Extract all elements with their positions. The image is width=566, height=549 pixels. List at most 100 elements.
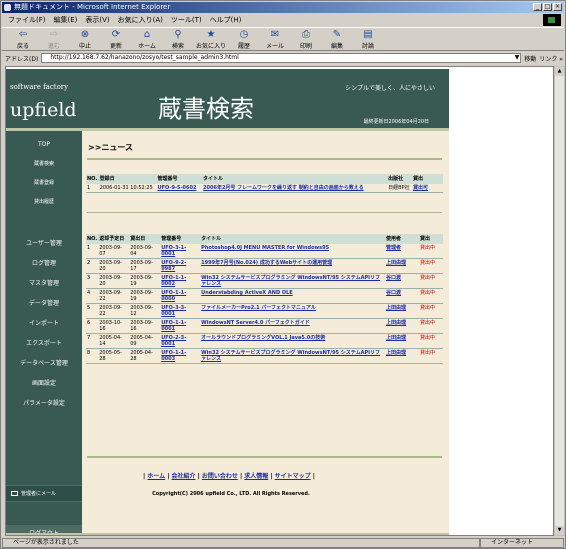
close-button[interactable]: ×	[553, 3, 562, 11]
scroll-up-icon[interactable]: ▲	[555, 67, 564, 76]
brand-logo: upfield	[10, 99, 77, 121]
table-link[interactable]: ファイルメーカーPro2.1 パーフェクトマニュアル	[200, 303, 386, 319]
table-cell: 2003-09-04	[129, 243, 161, 259]
menu-item[interactable]: ヘルプ(H)	[210, 15, 242, 25]
nav-item[interactable]: データ管理	[6, 298, 82, 307]
table-cell: 2003-09-16	[129, 318, 161, 334]
toolbar-button-search[interactable]: ⚲ 検索	[165, 28, 191, 50]
column-header: 出版社	[387, 174, 412, 184]
table-link[interactable]: Win32 システムサービスプログラミング WindowsNT/95 システムA…	[200, 348, 386, 364]
footer-link[interactable]: サイトマップ	[275, 473, 311, 480]
table-cell: 2005-04-28	[129, 348, 161, 364]
nav-item[interactable]: インポート	[6, 318, 82, 327]
toolbar-button-stop[interactable]: ⊗ 中止	[72, 28, 98, 50]
toolbar-button-home[interactable]: ⌂ ホーム	[134, 28, 160, 50]
table-link[interactable]: 1999年7月号(No.024) 成功するWebサイトの運用管理	[200, 258, 386, 274]
links-button[interactable]: リンク »	[539, 54, 563, 63]
address-input[interactable]: http://192.168.7.62/hanazono/zosyo/test_…	[41, 53, 522, 63]
toolbar-label: 検索	[171, 43, 184, 50]
nav-item[interactable]: エクスポート	[6, 338, 82, 347]
footer-link[interactable]: ホーム	[147, 473, 165, 480]
toolbar-button-forward[interactable]: ⇨ 進む	[41, 28, 67, 50]
browser-window: 無題ドキュメント - Microsoft Internet Explorer _…	[0, 0, 566, 549]
table-link[interactable]: 管理者	[385, 243, 419, 259]
table-cell: 4	[86, 288, 99, 304]
news-table: NO. 登録日 管理番号 タイトル 出版社 貸出 1 2006-01-31 10:52:25 U…	[86, 174, 443, 193]
table-link[interactable]: UFO-1-1-0003	[160, 348, 201, 364]
table-row: 3 2003-09-20 2003-09-19 UFO-1-1-0002 Win32 シ…	[86, 273, 443, 289]
toolbar-button-back[interactable]: ⇦ 戻る	[10, 28, 36, 50]
mail-icon: ✉	[270, 29, 280, 40]
table-cell: 1	[86, 243, 99, 259]
table-cell: 2005-05-28	[98, 348, 130, 364]
nav-item[interactable]: ユーザー管理	[6, 238, 82, 247]
site-header: software factory upfield 蔵書検索 シンプルで美しく、人…	[6, 69, 449, 131]
toolbar-button-favorites[interactable]: ★ お気に入り	[196, 28, 226, 50]
table-link[interactable]: Photoshop4.0J MENU MASTER for Windows95	[200, 243, 386, 259]
minimize-button[interactable]: _	[533, 3, 542, 11]
nav-item[interactable]: 蔵書検索	[6, 160, 82, 167]
toolbar-button-discuss[interactable]: ▤ 討論	[355, 28, 381, 50]
toolbar-label: お気に入り	[196, 43, 227, 50]
table-link[interactable]: WindowsNT Server4.0 パーフェクトガイド	[200, 318, 386, 334]
footer-link[interactable]: 求人情報	[244, 473, 268, 480]
table-link[interactable]: 上田由理	[385, 258, 419, 274]
table-link[interactable]: UFO-1-1-0001	[160, 318, 201, 334]
menu-item[interactable]: 表示(V)	[85, 15, 109, 25]
table-link[interactable]: 谷口渡	[385, 288, 419, 304]
table-link[interactable]: 谷口渡	[385, 273, 419, 289]
stop-icon: ⊗	[80, 29, 90, 40]
toolbar-button-edit[interactable]: ✎ 編集	[324, 28, 350, 50]
table-link[interactable]: Understabding ActiveX AND OLE	[200, 288, 386, 304]
table-link[interactable]: 上田由理	[385, 318, 419, 334]
table-cell: 2003-09-19	[129, 288, 161, 304]
table-link[interactable]: 貸出可	[411, 183, 443, 193]
edit-icon: ✎	[332, 29, 342, 40]
divider	[87, 158, 442, 160]
nav-item[interactable]: データベース管理	[6, 358, 82, 367]
table-link[interactable]: 2006年2月号 フレームワークを繰り返す 制約と自由の画面から教える	[202, 183, 388, 193]
table-cell: 1	[86, 183, 99, 193]
table-link[interactable]: UFO-2-3-0001	[160, 333, 201, 349]
table-cell: 7	[86, 333, 99, 349]
menu-item[interactable]: お気に入り(A)	[118, 15, 163, 25]
table-link[interactable]: UFO-3-3-0001	[160, 303, 201, 319]
admin-mail-button[interactable]: 管理者にメール	[6, 485, 82, 502]
menu-item[interactable]: ファイル(F)	[8, 15, 46, 25]
table-link[interactable]: UFO-1-1-0002	[160, 273, 201, 289]
table-cell: 3	[86, 273, 99, 289]
scroll-down-icon[interactable]: ▼	[555, 526, 564, 535]
table-cell: 貸出中	[419, 243, 443, 259]
nav-item[interactable]: マスタ管理	[6, 278, 82, 287]
table-link[interactable]: UFO-3-1-0001	[160, 243, 201, 259]
menu-item[interactable]: ツール(T)	[171, 15, 202, 25]
maximize-button[interactable]: □	[543, 3, 552, 11]
footer-link[interactable]: お問い合わせ	[202, 473, 238, 480]
table-cell: 2003-09-22	[98, 288, 130, 304]
back-icon: ⇦	[18, 29, 28, 40]
table-cell: 2003-09-19	[129, 273, 161, 289]
footer-link[interactable]: 会社紹介	[172, 473, 196, 480]
table-link[interactable]: 上田由理	[385, 348, 419, 364]
table-link[interactable]: UFO-1-1-0000	[160, 288, 201, 304]
menu-item[interactable]: 編集(E)	[54, 15, 78, 25]
toolbar-button-history[interactable]: ◷ 履歴	[231, 28, 257, 50]
table-link[interactable]: 上田由理	[385, 303, 419, 319]
nav-item[interactable]: TOP	[6, 141, 82, 148]
table-cell: 貸出中	[419, 288, 443, 304]
table-link[interactable]: UFO-9-2-9987	[160, 258, 201, 274]
nav-item[interactable]: パラメータ設定	[6, 398, 82, 407]
toolbar-button-mail[interactable]: ✉ メール	[262, 28, 288, 50]
table-link[interactable]: 上田由理	[385, 333, 419, 349]
table-link[interactable]: Win32 システムサービスプログラミング WindowsNT/95 システムA…	[200, 273, 386, 289]
toolbar-button-refresh[interactable]: ⟳ 更新	[103, 28, 129, 50]
vertical-scrollbar[interactable]: ▲ ▼	[554, 66, 565, 536]
toolbar-button-print[interactable]: ⎙ 印刷	[293, 28, 319, 50]
go-button[interactable]: 移動	[524, 54, 536, 63]
nav-item[interactable]: 画面設定	[6, 378, 82, 387]
nav-item[interactable]: 貸出履歴	[6, 198, 82, 205]
table-link[interactable]: オールラウンドプログラミングVOL.1 Java5.0の技術	[200, 333, 386, 349]
table-link[interactable]: UFO-9-5-0602	[156, 183, 203, 193]
nav-item[interactable]: ログ管理	[6, 258, 82, 267]
nav-item[interactable]: 蔵書登録	[6, 179, 82, 186]
